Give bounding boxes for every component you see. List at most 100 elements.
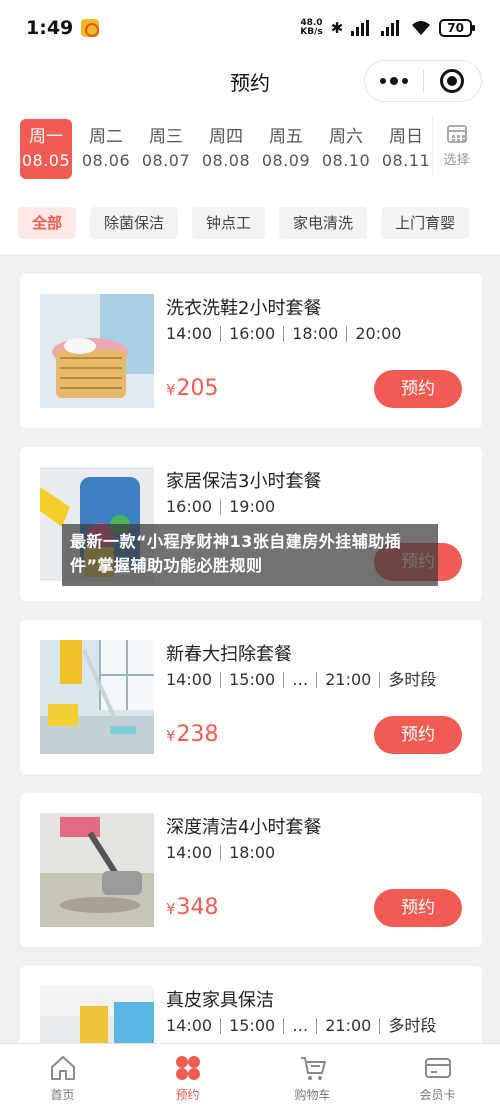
time-slots: 14:00 16:00 18:00 20:00: [166, 326, 409, 342]
time-slot[interactable]: 16:00: [220, 326, 283, 342]
multi-slot-label: 多时段: [379, 1018, 444, 1034]
more-dot-icon: [389, 77, 398, 85]
service-price: ¥205: [166, 376, 219, 401]
date-item-sun[interactable]: 周日 08.11: [380, 119, 432, 179]
date-day: 周日: [389, 127, 423, 147]
network-speed: 48.0 KB/s: [300, 19, 322, 37]
miniprogram-capsule: [364, 60, 482, 102]
tab-booking[interactable]: 预约: [125, 1044, 250, 1111]
price-value: 348: [176, 895, 219, 920]
close-miniprogram-button[interactable]: [424, 61, 482, 101]
tab-cart[interactable]: 购物车: [250, 1044, 375, 1111]
currency-symbol: ¥: [166, 900, 176, 918]
time-slot[interactable]: 18:00: [220, 845, 283, 861]
time-slot-ellipsis: …: [283, 1018, 316, 1034]
date-item-tue[interactable]: 周二 08.06: [80, 119, 132, 179]
service-title: 深度清洁4小时套餐: [166, 817, 322, 838]
date-selector: 周一 08.05 周二 08.06 周三 08.07 周四 08.08 周五 0…: [0, 106, 500, 192]
date-day: 周二: [89, 127, 123, 147]
tab-home[interactable]: 首页: [0, 1044, 125, 1111]
date-day: 周四: [209, 127, 243, 147]
time-slots: 14:00 15:00 … 21:00 多时段: [166, 1018, 444, 1034]
service-title: 家居保洁3小时套餐: [166, 471, 322, 492]
price-value: 238: [176, 722, 219, 747]
date-picker-button[interactable]: 选择: [432, 116, 480, 176]
overlay-banner: 最新一款“小程序财神13张自建房外挂辅助插件”掌握辅助功能必胜规则: [62, 524, 438, 586]
date-value: 08.08: [201, 151, 251, 170]
date-item-fri[interactable]: 周五 08.09: [260, 119, 312, 179]
close-target-icon: [440, 69, 465, 93]
status-time: 1:49: [26, 17, 74, 39]
book-button[interactable]: 预约: [374, 370, 462, 408]
bottom-tab-bar: 首页 预约 购物车 会员卡: [0, 1043, 500, 1111]
currency-symbol: ¥: [166, 727, 176, 745]
tab-member-card[interactable]: 会员卡: [375, 1044, 500, 1111]
currency-symbol: ¥: [166, 381, 176, 399]
time-slot[interactable]: 21:00: [316, 672, 379, 688]
battery-indicator: 70: [439, 19, 475, 37]
service-card[interactable]: 新春大扫除套餐 14:00 15:00 … 21:00 多时段 ¥238 预约: [20, 620, 482, 774]
signal-icon: [381, 20, 400, 36]
time-slot[interactable]: 14:00: [166, 326, 220, 342]
service-image-laundry: [40, 294, 154, 408]
date-day: 周五: [269, 127, 303, 147]
time-slots: 14:00 18:00: [166, 845, 283, 861]
time-slot[interactable]: 21:00: [316, 1018, 379, 1034]
book-button[interactable]: 预约: [374, 889, 462, 927]
date-value: 08.10: [321, 151, 371, 170]
service-list: 洗衣洗鞋2小时套餐 14:00 16:00 18:00 20:00 ¥205 预…: [20, 274, 482, 1111]
time-slot-ellipsis: …: [283, 672, 316, 688]
service-image-deep-cleaning: [40, 813, 154, 927]
time-slot[interactable]: 15:00: [220, 1018, 283, 1034]
date-item-wed[interactable]: 周三 08.07: [140, 119, 192, 179]
signal-icon: [351, 20, 370, 36]
page-title: 预约: [230, 70, 270, 95]
tab-label: 会员卡: [419, 1087, 456, 1102]
bluetooth-icon: ✱: [330, 19, 344, 37]
time-slot[interactable]: 16:00: [166, 499, 220, 515]
date-day: 周三: [149, 127, 183, 147]
more-dot-icon: [379, 78, 386, 84]
card-icon: [424, 1057, 451, 1078]
tab-label: 首页: [50, 1087, 75, 1102]
date-value: 08.06: [81, 151, 131, 170]
date-picker-label: 选择: [443, 152, 470, 168]
nav-bar: 预约: [0, 56, 500, 106]
category-chip-nanny[interactable]: 上门育婴: [381, 207, 470, 239]
status-bar: 1:49 48.0 KB/s ✱ 70: [0, 0, 500, 56]
more-menu-button[interactable]: [365, 61, 423, 101]
wifi-icon: [412, 21, 431, 35]
time-slot[interactable]: 18:00: [283, 326, 346, 342]
time-slot[interactable]: 15:00: [220, 672, 283, 688]
time-slots: 16:00 19:00: [166, 499, 283, 515]
status-right: 48.0 KB/s ✱ 70: [300, 19, 475, 37]
category-chip-appliance[interactable]: 家电清洗: [279, 207, 368, 239]
date-value: 08.11: [381, 151, 431, 170]
category-chip-disinfect[interactable]: 除菌保洁: [90, 207, 179, 239]
calendar-icon: [446, 124, 467, 143]
date-day: 周一: [29, 127, 63, 147]
multi-slot-label: 多时段: [379, 672, 444, 688]
service-price: ¥238: [166, 722, 219, 747]
category-chip-all[interactable]: 全部: [18, 207, 77, 239]
time-slot[interactable]: 19:00: [220, 499, 283, 515]
service-card[interactable]: 洗衣洗鞋2小时套餐 14:00 16:00 18:00 20:00 ¥205 预…: [20, 274, 482, 428]
more-dot-icon: [401, 78, 408, 84]
date-value: 08.09: [261, 151, 311, 170]
book-button[interactable]: 预约: [374, 716, 462, 754]
home-icon: [50, 1055, 75, 1080]
date-item-thu[interactable]: 周四 08.08: [200, 119, 252, 179]
tab-label: 购物车: [294, 1087, 331, 1102]
time-slot[interactable]: 14:00: [166, 1018, 220, 1034]
date-value: 08.05: [21, 151, 71, 170]
date-item-sat[interactable]: 周六 08.10: [320, 119, 372, 179]
service-card[interactable]: 深度清洁4小时套餐 14:00 18:00 ¥348 预约: [20, 793, 482, 947]
category-chip-hourly[interactable]: 钟点工: [192, 207, 266, 239]
date-item-mon[interactable]: 周一 08.05: [20, 119, 72, 179]
time-slot[interactable]: 14:00: [166, 672, 220, 688]
service-title: 新春大扫除套餐: [166, 644, 292, 665]
time-slot[interactable]: 20:00: [346, 326, 409, 342]
time-slots: 14:00 15:00 … 21:00 多时段: [166, 672, 444, 688]
time-slot[interactable]: 14:00: [166, 845, 220, 861]
notification-app-icon: [81, 19, 100, 37]
